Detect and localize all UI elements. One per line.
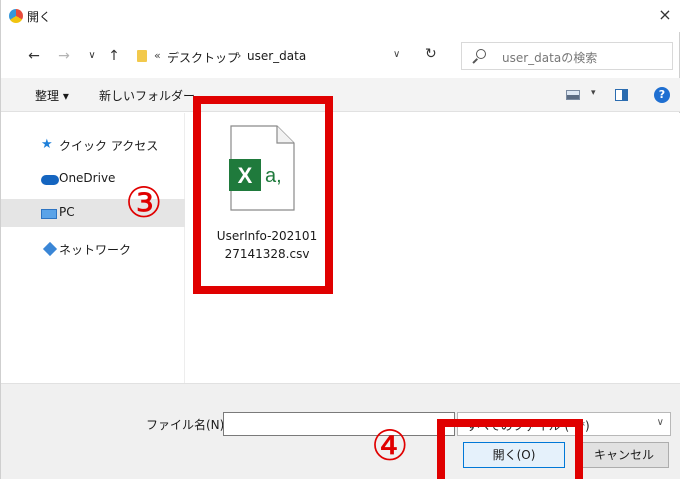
sidebar-item-label: PC <box>59 205 75 219</box>
sidebar-item-label: OneDrive <box>59 171 116 185</box>
search-icon <box>476 49 486 59</box>
navigation-bar: ← → ∨ ↑ « デスクトップ › user_data ∨ ↻ user_da… <box>1 40 680 74</box>
back-arrow-icon[interactable]: ← <box>25 46 43 66</box>
open-file-dialog: 開く × ← → ∨ ↑ « デスクトップ › user_data ∨ ↻ us… <box>0 0 680 479</box>
refresh-icon[interactable]: ↻ <box>425 46 437 62</box>
new-folder-button[interactable]: 新しいフォルダー <box>99 87 195 104</box>
annotation-marker-4: ④ <box>371 421 409 470</box>
sidebar-item-label: クイック アクセス <box>59 139 159 153</box>
search-input[interactable]: user_dataの検索 <box>461 42 673 70</box>
star-icon: ★ <box>41 137 53 152</box>
title-bar: 開く × <box>1 0 680 32</box>
breadcrumb-user-data[interactable]: user_data <box>247 49 306 63</box>
app-icon <box>9 9 23 23</box>
view-options-dropdown-icon[interactable]: ▾ <box>591 88 596 98</box>
help-icon[interactable]: ? <box>654 87 670 103</box>
change-view-icon[interactable] <box>566 90 580 100</box>
filename-input[interactable] <box>223 412 455 436</box>
command-toolbar: 整理 ▾ 新しいフォルダー ▾ ? <box>1 78 680 112</box>
breadcrumb-overflow-icon[interactable]: « <box>154 49 161 62</box>
close-button[interactable]: × <box>653 4 677 28</box>
window-title: 開く <box>27 10 52 24</box>
pc-icon <box>41 209 57 219</box>
up-arrow-icon[interactable]: ↑ <box>105 46 123 66</box>
search-placeholder: user_dataの検索 <box>502 51 598 65</box>
network-icon <box>42 241 58 257</box>
annotation-highlight-file <box>193 96 333 294</box>
cancel-button[interactable]: キャンセル <box>579 442 669 468</box>
organize-menu-button[interactable]: 整理 ▾ <box>35 87 69 104</box>
recent-locations-chevron-icon[interactable]: ∨ <box>83 46 101 66</box>
annotation-highlight-open <box>437 419 583 479</box>
sidebar-item-label: ネットワーク <box>59 243 132 257</box>
filename-label: ファイル名(N): <box>146 418 229 432</box>
forward-arrow-icon[interactable]: → <box>55 46 73 66</box>
chevron-down-icon: ∨ <box>656 417 664 428</box>
breadcrumb-desktop[interactable]: デスクトップ <box>167 49 239 66</box>
annotation-marker-3: ③ <box>125 178 163 227</box>
folder-icon <box>137 50 147 62</box>
sidebar-item-quick-access[interactable]: ★ クイック アクセス <box>1 131 185 159</box>
sidebar-item-network[interactable]: ネットワーク <box>1 235 185 263</box>
preview-pane-icon[interactable] <box>615 89 628 101</box>
breadcrumb-separator-icon[interactable]: › <box>237 49 241 62</box>
cloud-icon <box>41 175 59 185</box>
address-dropdown-icon[interactable]: ∨ <box>393 49 400 60</box>
navigation-pane: ★ クイック アクセス OneDrive PC ネットワーク <box>1 113 185 383</box>
